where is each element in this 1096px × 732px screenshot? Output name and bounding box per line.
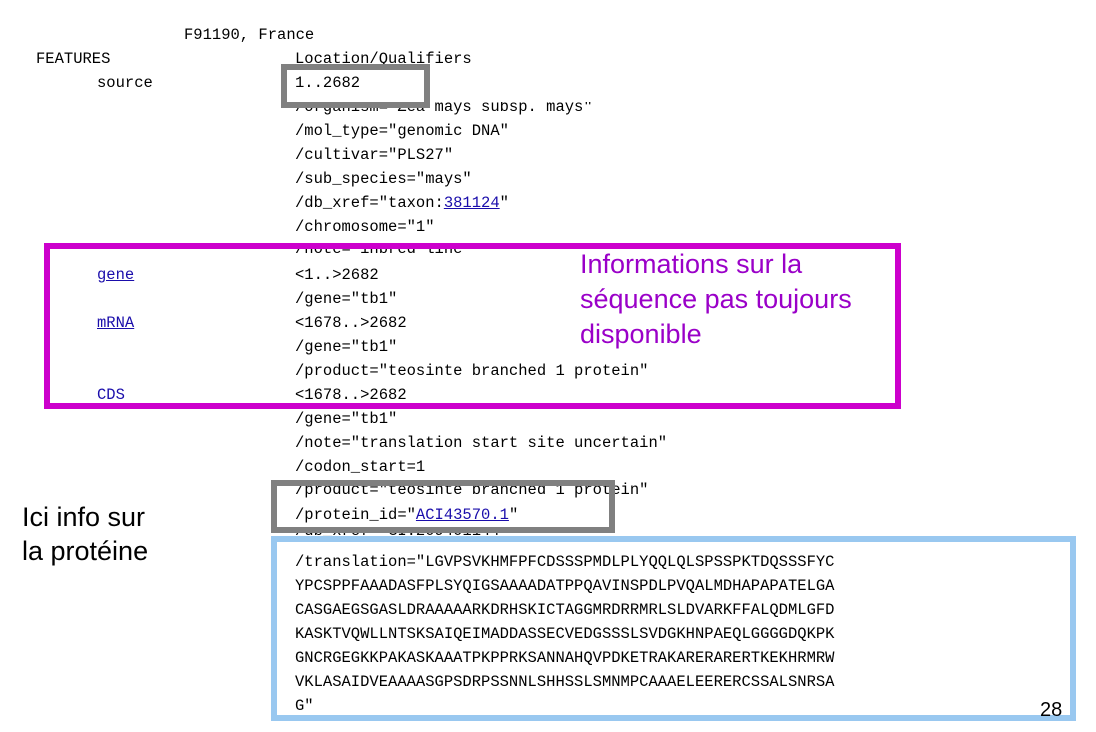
cultivar-qualifier: /cultivar="PLS27" xyxy=(295,146,454,164)
chromosome-qualifier: /chromosome="1" xyxy=(295,218,435,236)
cds-gene-qualifier: /gene="tb1" xyxy=(295,410,398,428)
translation-highlight-box xyxy=(271,536,1076,721)
protein-info-note: Ici info sur la protéine xyxy=(22,502,149,566)
header-line: F91190, France xyxy=(184,26,315,44)
protein-id-highlight-box xyxy=(271,480,615,533)
source-key: source xyxy=(97,74,153,92)
sequence-info-note: Informations sur la séquence pas toujour… xyxy=(580,249,852,349)
location-highlight-box xyxy=(281,64,430,108)
codon-start-qualifier: /codon_start=1 xyxy=(295,458,426,476)
sub-species-qualifier: /sub_species="mays" xyxy=(295,170,472,188)
location-header: Location/Qualifiers xyxy=(295,50,472,64)
db-xref-qualifier: /db_xref="taxon:381124" xyxy=(295,194,509,212)
features-label: FEATURES xyxy=(36,50,111,68)
mol-type-qualifier: /mol_type="genomic DNA" xyxy=(295,122,509,140)
page-number: 28 xyxy=(1040,699,1063,721)
cds-note-qualifier: /note="translation start site uncertain" xyxy=(295,434,668,452)
taxon-link[interactable]: 381124 xyxy=(444,194,500,212)
